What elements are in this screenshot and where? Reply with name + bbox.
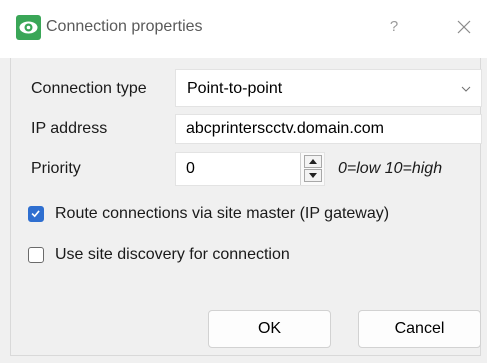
- priority-increment-button[interactable]: [304, 155, 322, 168]
- help-button[interactable]: ?: [382, 15, 406, 39]
- priority-decrement-button[interactable]: [304, 169, 322, 182]
- connection-type-value: Point-to-point: [187, 80, 283, 97]
- priority-stepper: [300, 153, 324, 185]
- cancel-button[interactable]: Cancel: [358, 310, 481, 348]
- site-discovery-label[interactable]: Use site discovery for connection: [55, 245, 290, 265]
- title-bar: Connection properties ?: [0, 0, 487, 58]
- route-via-master-checkbox[interactable]: [28, 206, 44, 222]
- close-button[interactable]: [450, 13, 478, 41]
- connection-type-label: Connection type: [31, 80, 147, 97]
- eye-icon: [16, 15, 41, 40]
- checkmark-icon: [31, 210, 40, 218]
- ok-button[interactable]: OK: [208, 310, 331, 348]
- close-icon: [457, 20, 471, 34]
- site-discovery-checkbox[interactable]: [28, 247, 44, 263]
- ip-address-label: IP address: [31, 120, 108, 137]
- route-via-master-label[interactable]: Route connections via site master (IP ga…: [55, 204, 389, 224]
- priority-range-hint: 0=low 10=high: [338, 160, 443, 177]
- priority-label: Priority: [31, 160, 81, 177]
- window-title: Connection properties: [46, 18, 203, 35]
- triangle-up-icon: [309, 159, 317, 164]
- triangle-down-icon: [309, 173, 317, 178]
- ip-address-field[interactable]: [175, 114, 482, 144]
- chevron-down-icon: [461, 86, 471, 92]
- connection-type-select[interactable]: Point-to-point: [175, 69, 482, 107]
